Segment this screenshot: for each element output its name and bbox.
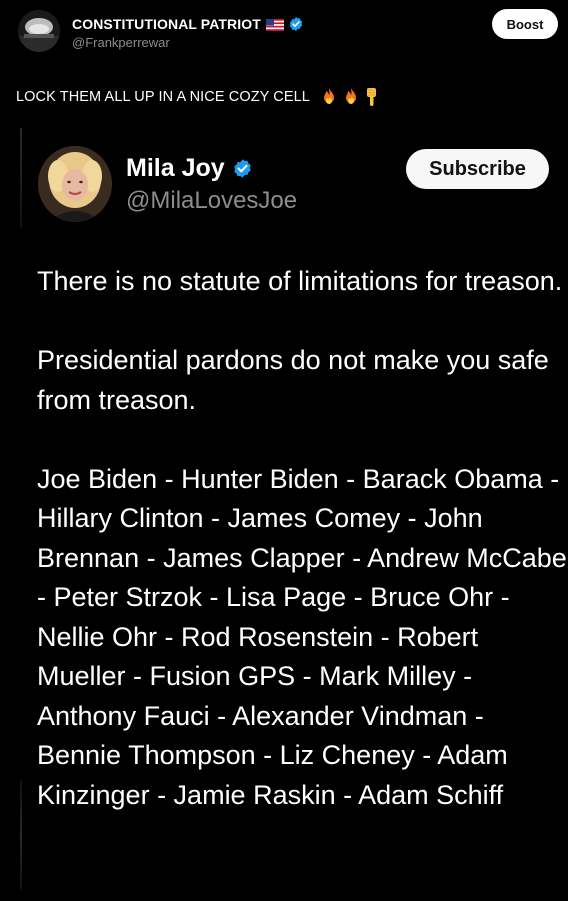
- verified-badge-icon: [232, 158, 253, 179]
- outer-post-header: CONSTITUTIONAL PATRIOT @Frankperrewar Bo…: [18, 9, 558, 54]
- quoted-avatar[interactable]: [38, 146, 112, 222]
- quoted-name-row: Mila Joy: [126, 154, 253, 183]
- boost-button[interactable]: Boost: [492, 9, 558, 39]
- quoted-post-body: There is no statute of limitations for t…: [37, 262, 567, 815]
- caption-text: LOCK THEM ALL UP IN A NICE COZY CELL: [16, 89, 310, 105]
- avatar-image-icon: [38, 146, 112, 222]
- pointing-down-emoji-icon: [364, 87, 382, 107]
- fire-emoji-icon: [320, 87, 338, 107]
- outer-avatar[interactable]: [18, 10, 60, 52]
- post-paragraph: Joe Biden - Hunter Biden - Barack Obama …: [37, 463, 567, 810]
- quoted-handle[interactable]: @MilaLovesJoe: [126, 187, 297, 215]
- quoted-post[interactable]: Mila Joy @MilaLovesJoe Subscribe There i…: [22, 130, 568, 901]
- post-paragraph: There is no statute of limitations for t…: [37, 266, 563, 296]
- fire-emoji-icon: [342, 87, 360, 107]
- us-flag-icon: [265, 18, 284, 31]
- post-caption: LOCK THEM ALL UP IN A NICE COZY CELL: [16, 87, 382, 107]
- subscribe-button[interactable]: Subscribe: [406, 149, 549, 189]
- avatar-image-icon: [18, 10, 60, 52]
- quoted-author-name[interactable]: Mila Joy: [126, 154, 225, 183]
- verified-badge-icon: [288, 16, 304, 32]
- post-paragraph: Presidential pardons do not make you saf…: [37, 345, 549, 415]
- outer-handle[interactable]: @Frankperrewar: [72, 35, 170, 50]
- outer-author-name[interactable]: CONSTITUTIONAL PATRIOT: [72, 16, 261, 32]
- outer-name-row: CONSTITUTIONAL PATRIOT: [72, 16, 304, 32]
